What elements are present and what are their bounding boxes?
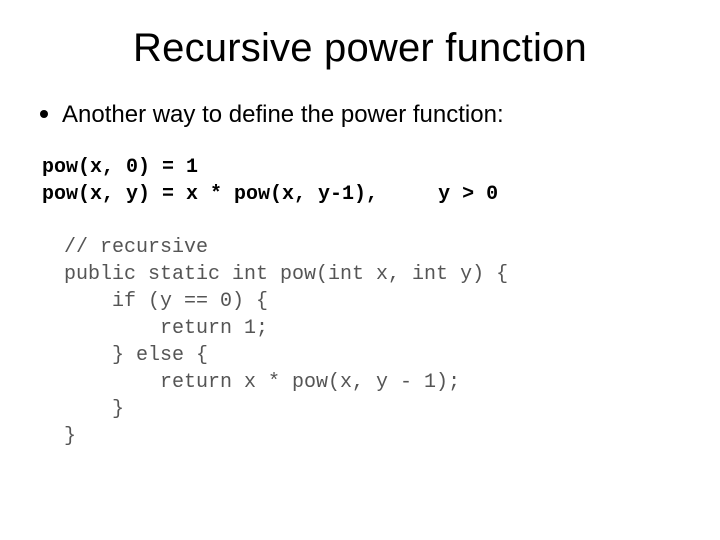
bullet-item: Another way to define the power function… [40,99,680,130]
slide-title: Recursive power function [40,26,680,71]
bullet-text: Another way to define the power function… [62,99,504,130]
code-snippet: // recursive public static int pow(int x… [64,234,680,450]
slide: Recursive power function Another way to … [0,0,720,540]
bullet-dot-icon [40,110,48,118]
math-definition: pow(x, 0) = 1 pow(x, y) = x * pow(x, y-1… [42,154,680,208]
